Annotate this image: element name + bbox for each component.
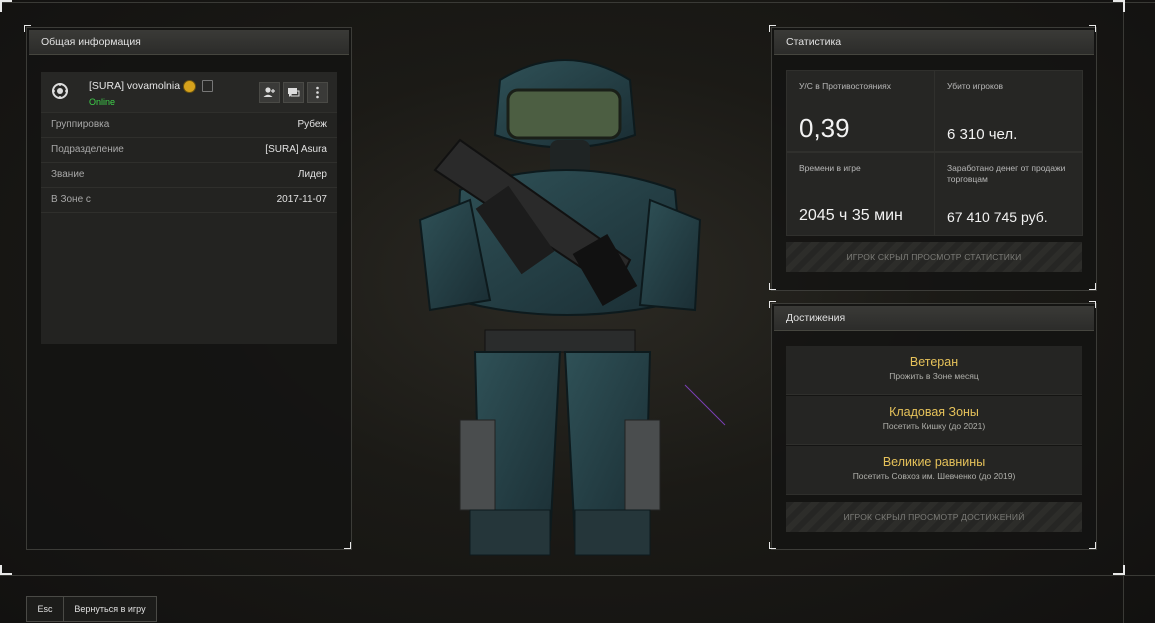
achievement-item[interactable]: Кладовая Зоны Посетить Кишку (до 2021) (786, 396, 1082, 445)
panel-corner (769, 301, 776, 308)
stat-label: У/С в Противостояниях (799, 81, 891, 91)
more-vertical-icon (316, 86, 319, 99)
stat-playtime: Времени в игре 2045 ч 35 мин (786, 152, 935, 236)
frame-corner-tr (1113, 0, 1125, 12)
info-key: В Зоне с (51, 194, 91, 205)
panel-corner (1089, 301, 1096, 308)
frame-top-line (0, 2, 1155, 3)
achievement-title: Ветеран (909, 355, 959, 369)
player-status: Online (89, 97, 116, 107)
back-to-game-button[interactable]: Вернуться в игру (64, 596, 157, 622)
esc-key-label: Esc (37, 604, 53, 614)
medal-icon (183, 80, 196, 93)
panel-corner (769, 25, 776, 32)
stat-value: 2045 ч 35 мин (799, 207, 903, 224)
stats-hidden-notice: ИГРОК СКРЫЛ ПРОСМОТР СТАТИСТИКИ (786, 242, 1082, 272)
info-row-faction: Группировка Рубеж (41, 113, 337, 138)
achievement-desc: Прожить в Зоне месяц (889, 371, 979, 381)
faction-emblem-icon (52, 83, 68, 99)
stat-label: Убито игроков (947, 81, 1004, 91)
panel-corner (769, 542, 776, 549)
info-key: Звание (51, 169, 85, 180)
stat-kd: У/С в Противостояниях 0,39 (786, 70, 935, 152)
panel-corner (24, 25, 31, 32)
achievements-hidden-notice: ИГРОК СКРЫЛ ПРОСМОТР ДОСТИЖЕНИЙ (786, 502, 1082, 532)
achievement-title: Кладовая Зоны (889, 405, 979, 419)
more-options-button[interactable] (307, 82, 328, 103)
achievements-header: Достижения (774, 306, 1094, 331)
esc-key-hint[interactable]: Esc (26, 596, 64, 622)
character-model (418, 59, 726, 556)
info-row-rank: Звание Лидер (41, 163, 337, 188)
stat-label: Заработано денег от продажи торговцам (947, 163, 1066, 184)
stat-value: 67 410 745 руб. (947, 209, 1048, 225)
achievement-item[interactable]: Великие равнины Посетить Совхоз им. Шевч… (786, 446, 1082, 495)
panel-corner (344, 542, 351, 549)
panel-corner (1089, 283, 1096, 290)
info-value: 2017-11-07 (276, 194, 327, 205)
panel-corner (1089, 25, 1096, 32)
add-friend-button[interactable] (259, 82, 280, 103)
achievement-desc: Посетить Кишку (до 2021) (882, 421, 986, 431)
achievement-item[interactable]: Ветеран Прожить в Зоне месяц (786, 346, 1082, 395)
stat-label: Времени в игре (799, 163, 861, 173)
stat-money: Заработано денег от продажи торговцам 67… (934, 152, 1083, 236)
info-row-unit: Подразделение [SURA] Asura (41, 138, 337, 163)
panel-corner (1089, 542, 1096, 549)
stat-kills: Убито игроков 6 310 чел. (934, 70, 1083, 152)
copy-icon[interactable] (202, 80, 213, 92)
info-value: Лидер (297, 169, 327, 180)
panel-corner (769, 283, 776, 290)
player-name: [SURA] vovamolnia (89, 80, 181, 92)
frame-right-line (1123, 0, 1124, 623)
info-key: Группировка (51, 119, 110, 130)
message-button[interactable] (283, 82, 304, 103)
add-friend-icon (263, 87, 275, 97)
stat-value: 0,39 (799, 113, 850, 143)
stat-value: 6 310 чел. (947, 126, 1018, 143)
achievement-title: Великие равнины (882, 455, 986, 469)
general-info-header: Общая информация (29, 30, 349, 55)
info-key: Подразделение (51, 144, 124, 155)
frame-corner-bl (0, 565, 12, 575)
frame-corner-br (1113, 565, 1125, 575)
statistics-panel: Статистика У/С в Противостояниях 0,39 Уб… (771, 27, 1097, 291)
info-value: [SURA] Asura (265, 144, 327, 155)
player-row: [SURA] vovamolnia Online (41, 72, 337, 113)
statistics-header: Статистика (774, 30, 1094, 55)
general-info-panel: Общая информация [SURA] vovamolnia Onlin… (26, 27, 352, 550)
profile-card: [SURA] vovamolnia Online Группировка Руб… (41, 72, 337, 344)
info-row-zone-since: В Зоне с 2017-11-07 (41, 188, 337, 213)
back-to-game-label: Вернуться в игру (74, 604, 146, 614)
frame-bottom-line (0, 575, 1155, 576)
frame-corner-tl (0, 0, 12, 12)
info-value: Рубеж (297, 119, 327, 130)
achievements-panel: Достижения Ветеран Прожить в Зоне месяц … (771, 303, 1097, 550)
achievement-desc: Посетить Совхоз им. Шевченко (до 2019) (852, 471, 1016, 481)
chat-icon (288, 88, 300, 97)
